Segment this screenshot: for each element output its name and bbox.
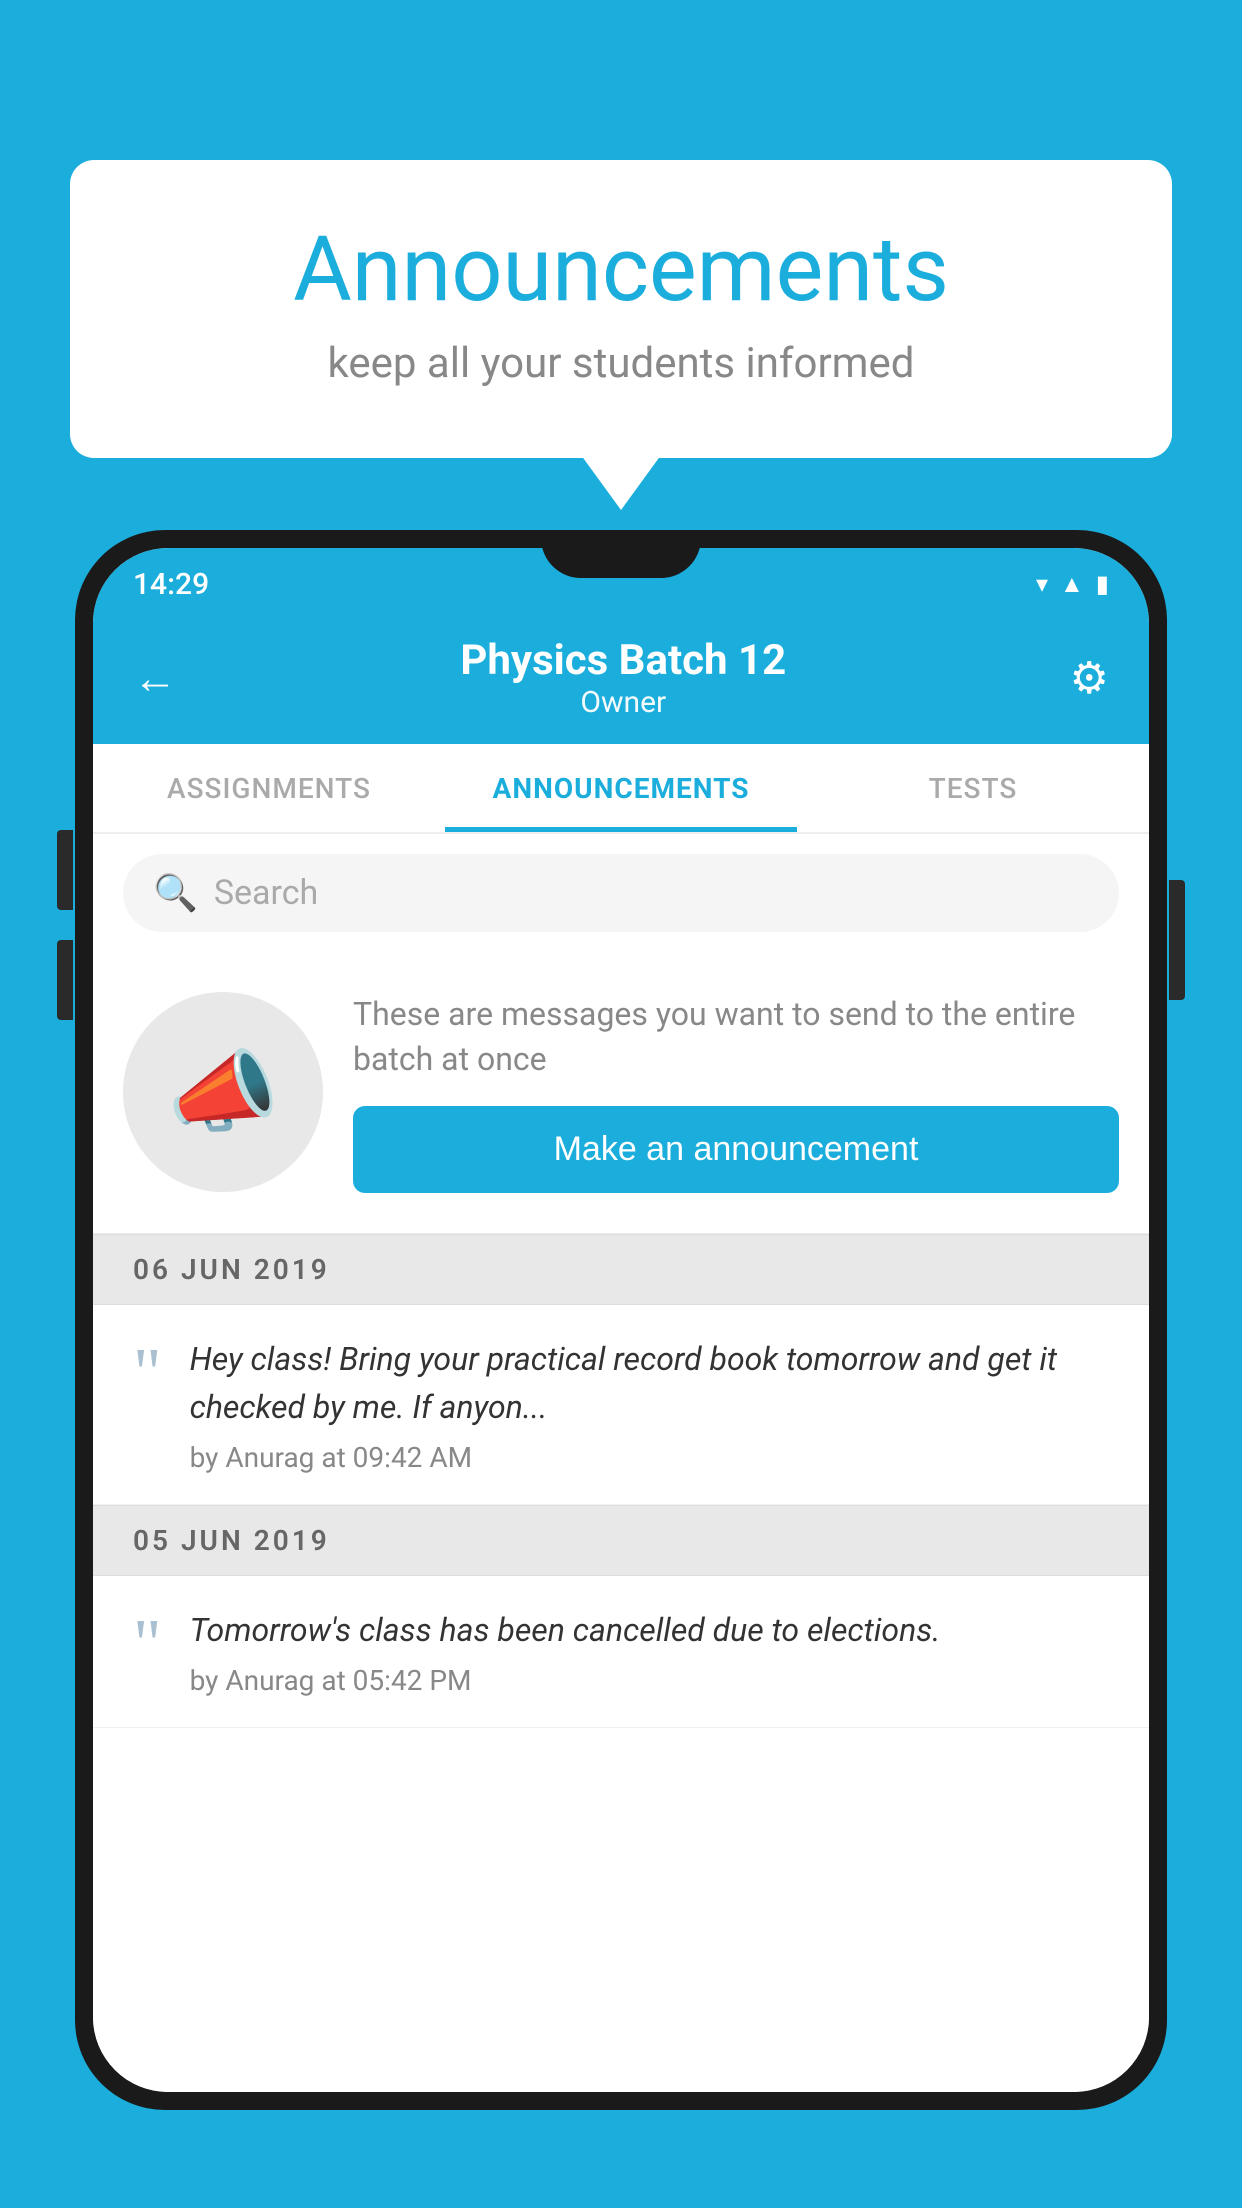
- power-button: [1169, 880, 1185, 1000]
- app-header: ← Physics Batch 12 Owner ⚙: [93, 616, 1149, 744]
- search-bar[interactable]: 🔍 Search: [123, 854, 1119, 932]
- search-bar-container: 🔍 Search: [93, 834, 1149, 952]
- announcement-content-1: Hey class! Bring your practical record b…: [190, 1335, 1109, 1474]
- announcement-meta-2: by Anurag at 05:42 PM: [190, 1664, 1109, 1697]
- header-title-block: Physics Batch 12 Owner: [177, 636, 1070, 720]
- tab-tests[interactable]: TESTS: [797, 744, 1149, 832]
- tab-bar: ASSIGNMENTS ANNOUNCEMENTS TESTS: [93, 744, 1149, 834]
- wifi-icon: ▾: [1036, 570, 1048, 598]
- battery-icon: ▮: [1096, 570, 1109, 598]
- volume-up-button: [57, 830, 73, 910]
- announcement-text-1: Hey class! Bring your practical record b…: [190, 1335, 1109, 1431]
- search-input[interactable]: Search: [214, 873, 318, 913]
- phone-wrapper: 14:29 ▾ ▲ ▮ ← Physics Batch 12 Owner ⚙: [75, 530, 1167, 2208]
- quote-mark-icon: ": [133, 1339, 162, 1409]
- search-icon: 🔍: [153, 872, 198, 914]
- status-icons: ▾ ▲ ▮: [1036, 570, 1109, 599]
- prompt-description: These are messages you want to send to t…: [353, 992, 1119, 1082]
- quote-mark-icon-2: ": [133, 1610, 162, 1680]
- settings-icon[interactable]: ⚙: [1070, 652, 1109, 704]
- megaphone-icon: 📣: [167, 1040, 279, 1145]
- announcement-item-2: " Tomorrow's class has been cancelled du…: [93, 1576, 1149, 1728]
- tab-assignments[interactable]: ASSIGNMENTS: [93, 744, 445, 832]
- date-header-2: 05 JUN 2019: [93, 1505, 1149, 1576]
- tab-announcements[interactable]: ANNOUNCEMENTS: [445, 744, 797, 832]
- phone-notch: [541, 530, 701, 578]
- announcement-item-1: " Hey class! Bring your practical record…: [93, 1305, 1149, 1505]
- make-announcement-button[interactable]: Make an announcement: [353, 1106, 1119, 1193]
- announcement-meta-1: by Anurag at 09:42 AM: [190, 1441, 1109, 1474]
- megaphone-circle: 📣: [123, 992, 323, 1192]
- signal-icon: ▲: [1060, 570, 1084, 599]
- prompt-right: These are messages you want to send to t…: [353, 992, 1119, 1193]
- header-subtitle: Owner: [177, 685, 1070, 720]
- phone-screen: 14:29 ▾ ▲ ▮ ← Physics Batch 12 Owner ⚙: [93, 548, 1149, 2092]
- speech-bubble: Announcements keep all your students inf…: [70, 160, 1172, 458]
- volume-down-button: [57, 940, 73, 1020]
- announcement-prompt: 📣 These are messages you want to send to…: [93, 952, 1149, 1234]
- date-header-1: 06 JUN 2019: [93, 1234, 1149, 1305]
- phone-outer: 14:29 ▾ ▲ ▮ ← Physics Batch 12 Owner ⚙: [75, 530, 1167, 2110]
- announcement-text-2: Tomorrow's class has been cancelled due …: [190, 1606, 1109, 1654]
- header-title: Physics Batch 12: [177, 636, 1070, 685]
- content-area: 🔍 Search 📣 These are messages you want t…: [93, 834, 1149, 2092]
- status-time: 14:29: [133, 567, 209, 602]
- bubble-title: Announcements: [150, 220, 1092, 319]
- announcement-content-2: Tomorrow's class has been cancelled due …: [190, 1606, 1109, 1697]
- bubble-subtitle: keep all your students informed: [150, 339, 1092, 388]
- back-button[interactable]: ←: [133, 652, 177, 704]
- speech-bubble-section: Announcements keep all your students inf…: [70, 160, 1172, 458]
